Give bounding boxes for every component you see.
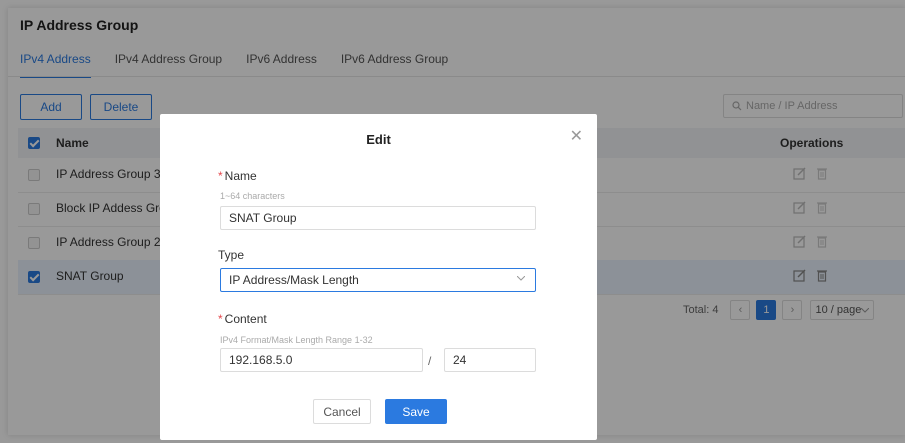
chevron-down-icon: [517, 276, 525, 281]
name-label: Name: [224, 169, 257, 183]
close-icon[interactable]: ✕: [570, 126, 583, 146]
name-input-value: SNAT Group: [229, 211, 297, 225]
required-marker: *: [218, 169, 223, 183]
cancel-button[interactable]: Cancel: [313, 399, 371, 424]
name-input[interactable]: SNAT Group: [220, 206, 536, 230]
dialog-title: Edit: [366, 132, 391, 147]
ip-address-input[interactable]: 192.168.5.0: [220, 348, 423, 372]
edit-dialog: Edit ✕ * Name 1~64 characters SNAT Group …: [160, 114, 597, 440]
content-label-row: * Content: [218, 312, 267, 326]
content-label: Content: [224, 312, 267, 326]
save-button[interactable]: Save: [385, 399, 447, 424]
type-select[interactable]: IP Address/Mask Length: [220, 268, 536, 292]
mask-length-value: 24: [453, 353, 467, 367]
mask-length-input[interactable]: 24: [444, 348, 536, 372]
name-label-row: * Name: [218, 169, 257, 183]
content-hint: IPv4 Format/Mask Length Range 1-32: [220, 335, 373, 345]
ip-address-value: 192.168.5.0: [229, 353, 293, 367]
required-marker: *: [218, 312, 223, 326]
mask-separator: /: [428, 354, 432, 368]
name-hint: 1~64 characters: [220, 191, 285, 201]
type-label: Type: [218, 248, 245, 262]
type-select-value: IP Address/Mask Length: [229, 273, 359, 287]
